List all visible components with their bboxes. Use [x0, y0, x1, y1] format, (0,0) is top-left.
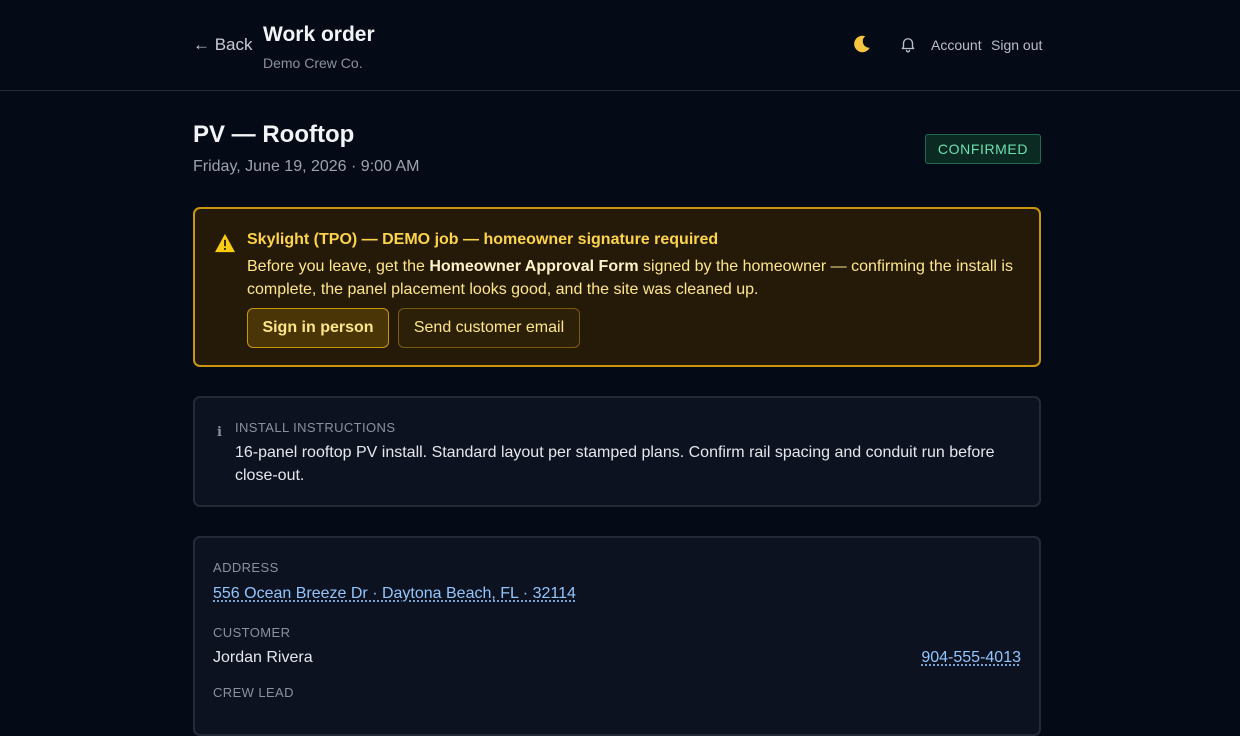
- sign-in-person-button[interactable]: Sign in person: [247, 308, 389, 348]
- company-name: Demo Crew Co.: [263, 55, 363, 71]
- bell-icon[interactable]: [899, 35, 917, 53]
- alert-message: Before you leave, get the Homeowner Appr…: [247, 255, 1032, 301]
- install-instructions-card: i INSTALL INSTRUCTIONS 16-panel rooftop …: [193, 396, 1041, 507]
- top-header: ← Back Work order Demo Crew Co. Account …: [0, 0, 1240, 91]
- page-header-title: Work order: [263, 23, 375, 46]
- form-name: Homeowner Approval Form: [429, 258, 639, 275]
- instructions-text: 16-panel rooftop PV install. Standard la…: [235, 444, 995, 484]
- moon-icon[interactable]: [851, 33, 873, 55]
- job-date: Friday, June 19, 2026 · 9:00 AM: [193, 158, 420, 175]
- send-customer-email-button[interactable]: Send customer email: [398, 308, 580, 348]
- crew-lead-label: CREW LEAD: [213, 685, 294, 700]
- alert-message-prefix: Before you leave, get the: [247, 258, 430, 275]
- address-label: ADDRESS: [213, 560, 279, 575]
- sign-out-link[interactable]: Sign out: [991, 37, 1042, 53]
- customer-label: CUSTOMER: [213, 625, 291, 640]
- job-details-card: ADDRESS 556 Ocean Breeze Dr · Daytona Be…: [193, 536, 1041, 736]
- instructions-label: INSTALL INSTRUCTIONS: [235, 420, 396, 435]
- warning-icon: [215, 233, 235, 253]
- customer-phone-link[interactable]: 904-555-4013: [921, 649, 1021, 667]
- status-badge: CONFIRMED: [925, 134, 1041, 164]
- alert-title: Skylight (TPO) — DEMO job — homeowner si…: [247, 231, 719, 248]
- address-link[interactable]: 556 Ocean Breeze Dr · Daytona Beach, FL …: [213, 585, 576, 603]
- job-title: PV — Rooftop: [193, 121, 355, 148]
- customer-name: Jordan Rivera: [213, 649, 313, 666]
- signature-alert: Skylight (TPO) — DEMO job — homeowner si…: [193, 207, 1041, 367]
- account-link[interactable]: Account: [931, 37, 982, 53]
- back-button[interactable]: ← Back: [193, 35, 253, 55]
- info-icon: i: [217, 425, 222, 440]
